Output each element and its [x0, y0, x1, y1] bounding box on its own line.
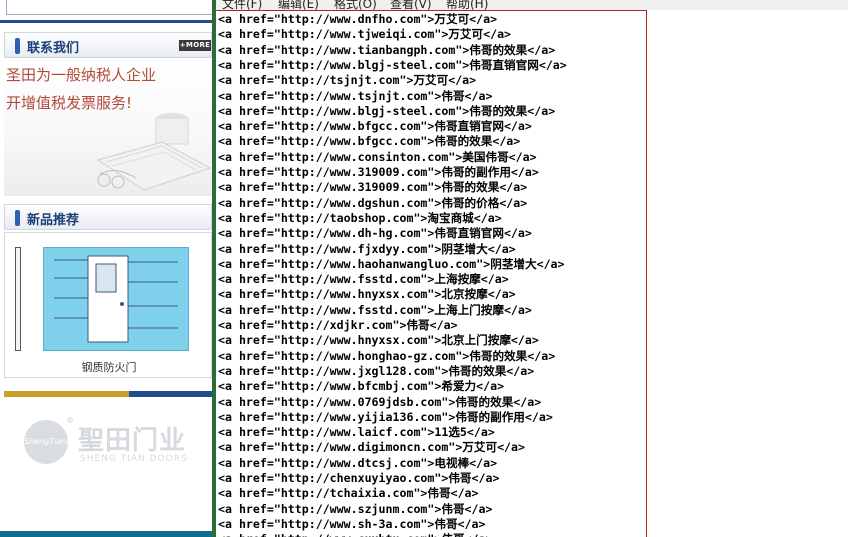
code-line: <a href="http://www.tsjnjt.com">伟哥</a>	[218, 88, 493, 103]
code-line: <a href="http://www.hnyxsx.com">北京上门按摩</…	[218, 333, 539, 348]
title-bar-marker	[15, 210, 20, 226]
fire-door-diagram-icon	[54, 255, 178, 343]
code-line: <a href="http://www.319009.com">伟哥的效果</a…	[218, 180, 528, 195]
code-line: <a href="http://www.yijia136.com">伟哥的副作用…	[218, 409, 553, 424]
code-line: <a href="http://www.tjweiqi.com">万艾可</a>	[218, 27, 512, 42]
code-line: <a href="http://chenxuyiyao.com">伟哥</a>	[218, 471, 500, 485]
menu-format[interactable]: 格式(O)	[334, 0, 377, 10]
code-line: <a href="http://www.jxgl128.com">伟哥的效果</…	[218, 363, 535, 378]
code-line: <a href="http://www.honghao-gz.com">伟哥的效…	[218, 348, 556, 363]
menu-file[interactable]: 文件(F)	[222, 0, 262, 10]
registered-mark: ®	[66, 416, 74, 425]
contact-box-header: 联系我们 +MORE	[4, 32, 212, 58]
code-line: <a href="http://www.cuxbtu.com">伟哥</a>	[218, 532, 492, 537]
bottom-strip	[0, 531, 212, 537]
contact-line-1: 圣田为一般纳税人企业	[6, 66, 157, 84]
code-line: <a href="http://www.digimoncn.com">万艾可</…	[218, 440, 526, 455]
code-line: <a href="http://tchaixia.com">伟哥</a>	[218, 486, 479, 501]
code-line: <a href="http://www.bfcmbj.com">希爱力</a>	[218, 379, 505, 394]
code-line: <a href="http://www.szjunm.com">伟哥</a>	[218, 501, 493, 516]
logo-english: SHENG TIAN DOORS	[80, 454, 188, 464]
contact-title: 联系我们	[27, 41, 80, 56]
product-showcase: 钢质防火门	[4, 232, 212, 378]
divider-stripe	[4, 391, 212, 397]
code-line: <a href="http://www.haohanwangluo.com">阴…	[218, 256, 565, 271]
top-band	[0, 0, 212, 23]
code-line: <a href="http://www.tianbangph.com">伟哥的效…	[218, 42, 556, 57]
menu-bar: 文件(F) 编辑(E) 格式(O) 查看(V) 帮助(H)	[216, 0, 848, 10]
product-image-fire-door[interactable]	[43, 247, 189, 351]
code-line: <a href="http://www.fsstd.com">上海按摩</a>	[218, 272, 509, 287]
code-line: <a href="http://www.sh-3a.com">伟哥</a>	[218, 516, 486, 531]
code-line: <a href="http://www.dnfho.com">万艾可</a>	[218, 12, 498, 26]
code-line: <a href="http://www.bfgcc.com">伟哥直销官网</a…	[218, 119, 532, 134]
title-bar-marker	[15, 38, 20, 54]
code-line: <a href="http://www.dgshun.com">伟哥的价格</a…	[218, 195, 528, 210]
text-editor-window: 文件(F) 编辑(E) 格式(O) 查看(V) 帮助(H) <a href="h…	[212, 0, 848, 537]
code-line: <a href="http://www.319009.com">伟哥的副作用</…	[218, 165, 539, 179]
product-caption[interactable]: 钢质防火门	[5, 359, 212, 375]
carousel-scroll-handle[interactable]	[15, 247, 21, 351]
code-line: <a href="http://www.bfgcc.com">伟哥的效果</a>	[218, 134, 521, 149]
contact-body: 圣田为一般纳税人企业 开增值税发票服务!	[4, 62, 212, 196]
menu-view[interactable]: 查看(V)	[390, 0, 432, 10]
logo-mark: ShengTianMen	[24, 420, 83, 464]
logo-chinese: 聖田门业	[78, 426, 187, 456]
more-button[interactable]: +MORE	[179, 40, 211, 51]
products-title: 新品推荐	[27, 213, 80, 228]
code-line: <a href="http://tsjnjt.com">万艾可</a>	[218, 73, 477, 88]
code-line: <a href="http://www.0769jdsb.com">伟哥的效果<…	[218, 394, 542, 409]
menu-edit[interactable]: 编辑(E)	[278, 0, 319, 10]
website-panel: 联系我们 +MORE 圣田为一般纳税人企业 开增值税发票服务! 新品推荐 钢质防…	[0, 0, 212, 537]
code-line: <a href="http://xdjkr.com">伟哥</a>	[218, 318, 458, 332]
products-box-header: 新品推荐	[4, 204, 212, 230]
code-line: <a href="http://www.consinton.com">美国伟哥<…	[218, 149, 537, 164]
code-line: <a href="http://www.fsstd.com">上海上门按摩</a…	[218, 302, 532, 317]
code-line: <a href="http://taobshop.com">淘宝商城</a>	[218, 210, 502, 225]
company-logo: ShengTianMen ® 聖田门业 SHENG TIAN DOORS	[4, 398, 212, 537]
code-line: <a href="http://www.blgj-steel.com">伟哥直销…	[218, 57, 567, 72]
newspaper-cup-illustration	[96, 113, 212, 191]
code-line: <a href="http://www.blgj-steel.com">伟哥的效…	[218, 103, 556, 118]
menu-help[interactable]: 帮助(H)	[446, 0, 488, 10]
code-line: <a href="http://www.dtcsj.com">电视棒</a>	[218, 455, 498, 470]
code-line: <a href="http://www.dh-hg.com">伟哥直销官网</a…	[218, 226, 532, 241]
code-text-area[interactable]: <a href="http://www.dnfho.com">万艾可</a> <a…	[216, 10, 647, 537]
code-line: <a href="http://www.hnyxsx.com">北京按摩</a>	[218, 287, 516, 302]
code-line: <a href="http://www.fjxdyy.com">阴茎增大</a>	[218, 241, 516, 256]
code-line: <a href="http://www.laicf.com">11选5</a>	[218, 425, 495, 440]
